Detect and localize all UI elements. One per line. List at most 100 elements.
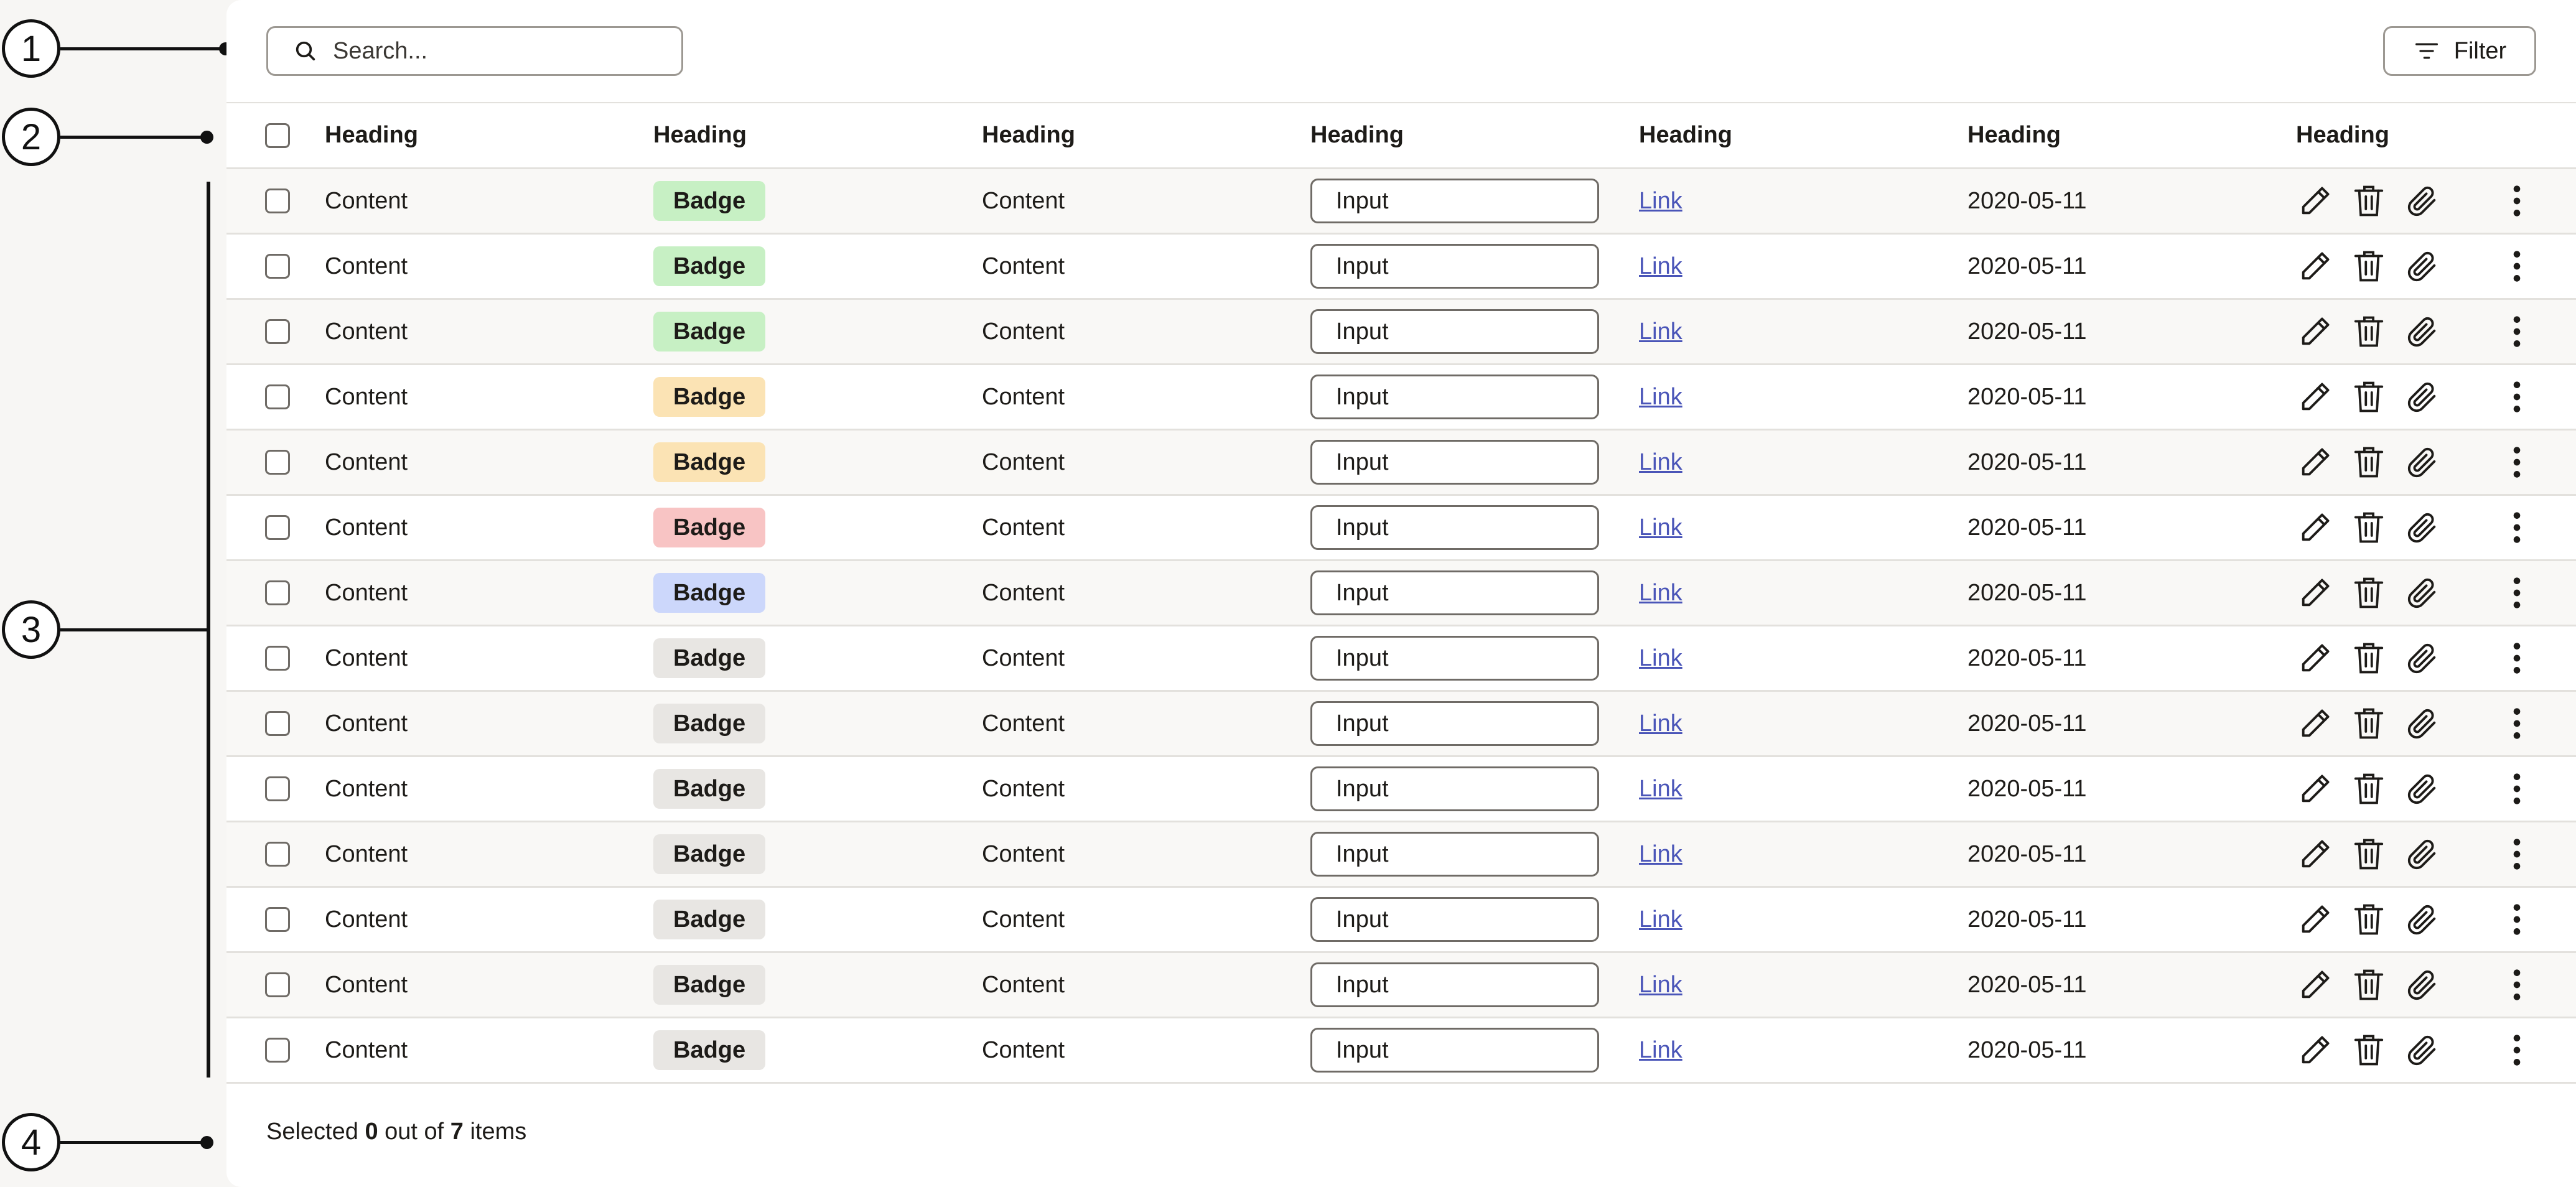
row-link[interactable]: Link <box>1639 906 1682 933</box>
trash-icon[interactable] <box>2350 182 2388 220</box>
row-link[interactable]: Link <box>1639 710 1682 737</box>
more-vertical-icon[interactable] <box>2498 639 2536 677</box>
row-checkbox[interactable] <box>265 319 290 344</box>
row-input[interactable] <box>1310 570 1599 615</box>
more-vertical-icon[interactable] <box>2498 508 2536 547</box>
trash-icon[interactable] <box>2350 443 2388 482</box>
paperclip-icon[interactable] <box>2403 835 2442 873</box>
row-link[interactable]: Link <box>1639 253 1682 280</box>
row-checkbox[interactable] <box>265 711 290 736</box>
column-heading[interactable]: Heading <box>982 103 1075 167</box>
paperclip-icon[interactable] <box>2403 312 2442 351</box>
more-vertical-icon[interactable] <box>2498 182 2536 220</box>
row-input[interactable] <box>1310 375 1599 419</box>
paperclip-icon[interactable] <box>2403 639 2442 677</box>
trash-icon[interactable] <box>2350 835 2388 873</box>
paperclip-icon[interactable] <box>2403 770 2442 808</box>
paperclip-icon[interactable] <box>2403 574 2442 612</box>
row-checkbox[interactable] <box>265 646 290 671</box>
row-checkbox[interactable] <box>265 580 290 605</box>
pencil-icon[interactable] <box>2296 574 2335 612</box>
pencil-icon[interactable] <box>2296 182 2335 220</box>
row-checkbox[interactable] <box>265 972 290 997</box>
trash-icon[interactable] <box>2350 966 2388 1004</box>
search-box[interactable] <box>266 26 683 76</box>
paperclip-icon[interactable] <box>2403 378 2442 416</box>
pencil-icon[interactable] <box>2296 770 2335 808</box>
row-input[interactable] <box>1310 1028 1599 1073</box>
more-vertical-icon[interactable] <box>2498 312 2536 351</box>
more-vertical-icon[interactable] <box>2498 770 2536 808</box>
row-input[interactable] <box>1310 179 1599 223</box>
row-input[interactable] <box>1310 244 1599 289</box>
pencil-icon[interactable] <box>2296 247 2335 286</box>
pencil-icon[interactable] <box>2296 704 2335 743</box>
column-heading[interactable]: Heading <box>653 103 747 167</box>
row-input[interactable] <box>1310 701 1599 746</box>
row-input[interactable] <box>1310 505 1599 550</box>
row-input[interactable] <box>1310 636 1599 681</box>
trash-icon[interactable] <box>2350 508 2388 547</box>
row-checkbox[interactable] <box>265 907 290 932</box>
more-vertical-icon[interactable] <box>2498 704 2536 743</box>
more-vertical-icon[interactable] <box>2498 574 2536 612</box>
row-input[interactable] <box>1310 962 1599 1007</box>
paperclip-icon[interactable] <box>2403 247 2442 286</box>
pencil-icon[interactable] <box>2296 639 2335 677</box>
trash-icon[interactable] <box>2350 574 2388 612</box>
row-checkbox[interactable] <box>265 384 290 409</box>
more-vertical-icon[interactable] <box>2498 378 2536 416</box>
pencil-icon[interactable] <box>2296 1031 2335 1069</box>
row-input[interactable] <box>1310 766 1599 811</box>
row-link[interactable]: Link <box>1639 384 1682 411</box>
column-heading[interactable]: Heading <box>325 103 418 167</box>
row-checkbox[interactable] <box>265 450 290 475</box>
row-checkbox[interactable] <box>265 776 290 801</box>
row-checkbox[interactable] <box>265 189 290 213</box>
paperclip-icon[interactable] <box>2403 182 2442 220</box>
search-input[interactable] <box>332 37 681 65</box>
pencil-icon[interactable] <box>2296 443 2335 482</box>
row-link[interactable]: Link <box>1639 580 1682 607</box>
column-heading[interactable]: Heading <box>1639 103 1732 167</box>
row-link[interactable]: Link <box>1639 1037 1682 1064</box>
pencil-icon[interactable] <box>2296 508 2335 547</box>
paperclip-icon[interactable] <box>2403 704 2442 743</box>
pencil-icon[interactable] <box>2296 966 2335 1004</box>
trash-icon[interactable] <box>2350 1031 2388 1069</box>
row-checkbox[interactable] <box>265 515 290 540</box>
row-checkbox[interactable] <box>265 842 290 867</box>
row-input[interactable] <box>1310 440 1599 485</box>
paperclip-icon[interactable] <box>2403 966 2442 1004</box>
row-link[interactable]: Link <box>1639 449 1682 476</box>
trash-icon[interactable] <box>2350 900 2388 939</box>
trash-icon[interactable] <box>2350 770 2388 808</box>
more-vertical-icon[interactable] <box>2498 900 2536 939</box>
row-input[interactable] <box>1310 309 1599 354</box>
more-vertical-icon[interactable] <box>2498 443 2536 482</box>
more-vertical-icon[interactable] <box>2498 1031 2536 1069</box>
row-link[interactable]: Link <box>1639 319 1682 345</box>
trash-icon[interactable] <box>2350 247 2388 286</box>
more-vertical-icon[interactable] <box>2498 966 2536 1004</box>
filter-button[interactable]: Filter <box>2383 26 2536 76</box>
row-input[interactable] <box>1310 832 1599 877</box>
more-vertical-icon[interactable] <box>2498 835 2536 873</box>
row-input[interactable] <box>1310 897 1599 942</box>
paperclip-icon[interactable] <box>2403 443 2442 482</box>
trash-icon[interactable] <box>2350 704 2388 743</box>
select-all-checkbox[interactable] <box>265 123 290 148</box>
pencil-icon[interactable] <box>2296 378 2335 416</box>
row-link[interactable]: Link <box>1639 514 1682 541</box>
row-checkbox[interactable] <box>265 1038 290 1063</box>
paperclip-icon[interactable] <box>2403 900 2442 939</box>
pencil-icon[interactable] <box>2296 900 2335 939</box>
row-link[interactable]: Link <box>1639 972 1682 998</box>
paperclip-icon[interactable] <box>2403 1031 2442 1069</box>
pencil-icon[interactable] <box>2296 312 2335 351</box>
trash-icon[interactable] <box>2350 378 2388 416</box>
row-link[interactable]: Link <box>1639 841 1682 868</box>
row-link[interactable]: Link <box>1639 645 1682 672</box>
paperclip-icon[interactable] <box>2403 508 2442 547</box>
pencil-icon[interactable] <box>2296 835 2335 873</box>
